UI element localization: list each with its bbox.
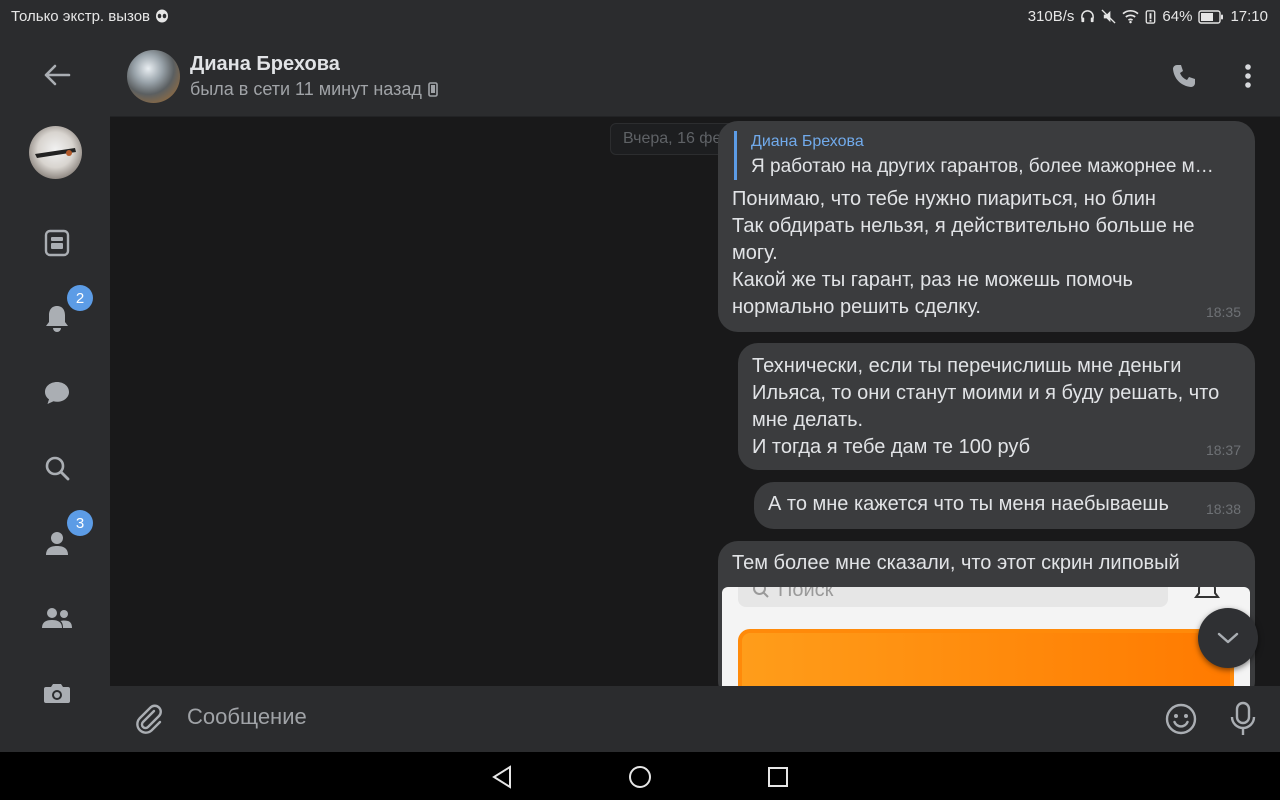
notifications-badge: 2 [67,285,93,311]
clock: 17:10 [1230,8,1268,25]
battery-icon [1198,9,1224,24]
bell-icon [1194,587,1220,598]
message-line: Технически, если ты перечислишь мне день… [752,355,1182,377]
sidebar-item-camera[interactable] [30,668,84,718]
chevron-down-icon [1217,632,1239,644]
message-bubble[interactable]: А то мне кажется что ты меня наебываешь … [754,482,1255,529]
wifi-icon [1122,9,1139,24]
mute-icon [1101,9,1116,24]
network-speed: 310B/s [1027,8,1075,25]
message-line: А то мне кажется что ты меня наебываешь [768,493,1169,515]
system-recents-button[interactable] [765,764,791,790]
status-left: Только экстр. вызов [11,8,170,25]
reply-quote[interactable]: Диана Брехова Я работаю на других гарант… [734,131,1241,180]
square-recents-icon [768,767,788,787]
smile-icon [1165,703,1197,735]
message-line: И тогда я тебе дам те 100 руб [752,436,1031,458]
call-button[interactable] [1162,54,1206,98]
chat-header: Диана Брехова была в сети 11 минут назад [110,34,1280,117]
alien-icon [154,9,170,25]
message-bubble[interactable]: Диана Брехова Я работаю на других гарант… [718,121,1255,332]
system-home-button[interactable] [627,764,653,790]
message-time: 18:37 [1205,442,1241,458]
reply-text: Я работаю на других гарантов, более мажо… [751,156,1214,177]
battery-percent: 64% [1162,8,1193,25]
emoji-button[interactable] [1164,702,1198,736]
more-vertical-icon [1245,64,1251,88]
battery-warning-icon [1145,9,1156,24]
profile-avatar[interactable] [29,126,82,179]
last-seen-text: была в сети 11 минут назад [190,79,422,99]
mobile-device-icon [428,82,438,97]
system-navigation-bar [0,752,1280,800]
message-line: нормально решить сделку. [732,296,981,318]
microphone-icon [1230,701,1256,735]
scroll-down-button[interactable] [1198,608,1258,668]
emergency-calls-text: Только экстр. вызов [11,8,151,25]
message-input[interactable]: Сообщение [187,704,307,730]
message-bubble[interactable]: Технически, если ты перечислишь мне день… [738,343,1255,470]
messages-icon [45,382,69,404]
system-back-button[interactable] [489,764,515,790]
message-line: Какой же ты гарант, раз не можешь помочь [732,269,1133,291]
bell-icon [46,306,68,332]
status-right: 310B/s 64% 17:10 [1028,8,1268,25]
orange-card [738,629,1234,686]
reply-author: Диана Брехова [751,133,864,150]
sidebar-item-search[interactable] [30,443,84,493]
attached-screenshot[interactable]: Поиск [722,587,1250,686]
message-time: 18:38 [1205,501,1241,517]
message-line: мне делать. [752,409,864,431]
communities-icon [42,608,72,628]
message-line: Понимаю, что тебе нужно пиариться, но бл… [732,188,1156,210]
sidebar-item-news[interactable] [30,218,84,268]
sidebar-item-communities[interactable] [30,593,84,643]
message-line: Так обдирать нельзя, я действительно бол… [732,215,1195,237]
more-menu-button[interactable] [1226,54,1270,98]
voice-message-button[interactable] [1226,701,1260,737]
message-line: Тем более мне сказали, что этот скрин ли… [732,552,1180,574]
sidebar-item-messages[interactable] [30,368,84,418]
chat-area[interactable]: Вчера, 16 февраля Диана Брехова Я работа… [110,117,1280,686]
contact-name[interactable]: Диана Брехова [190,53,340,76]
message-composer: Сообщение [110,686,1280,752]
news-icon [44,229,70,257]
message-line: могу. [732,242,778,264]
message-line: Ильяса, то они станут моими и я буду реш… [752,382,1220,404]
contact-status: была в сети 11 минут назад [190,79,438,100]
paperclip-icon [136,704,162,734]
back-arrow-icon [44,64,71,86]
back-button[interactable] [30,50,84,100]
friends-badge: 3 [67,510,93,536]
triangle-back-icon [492,765,511,789]
friends-icon [46,532,68,555]
headphones-icon [1080,9,1095,24]
search-icon [753,587,769,598]
screenshot-search-bar: Поиск [738,587,1168,607]
attach-button[interactable] [132,702,166,736]
contact-avatar[interactable] [127,50,180,103]
search-icon [45,456,70,481]
status-bar: Только экстр. вызов 310B/s 64% 17:10 [0,0,1280,34]
phone-icon [1173,65,1195,87]
circle-home-icon [629,766,651,788]
message-bubble[interactable]: Тем более мне сказали, что этот скрин ли… [718,541,1255,686]
sidebar: 2 3 [0,34,110,752]
camera-icon [44,684,70,703]
message-time: 18:35 [1205,304,1241,320]
screenshot-search-text: Поиск [778,587,834,601]
